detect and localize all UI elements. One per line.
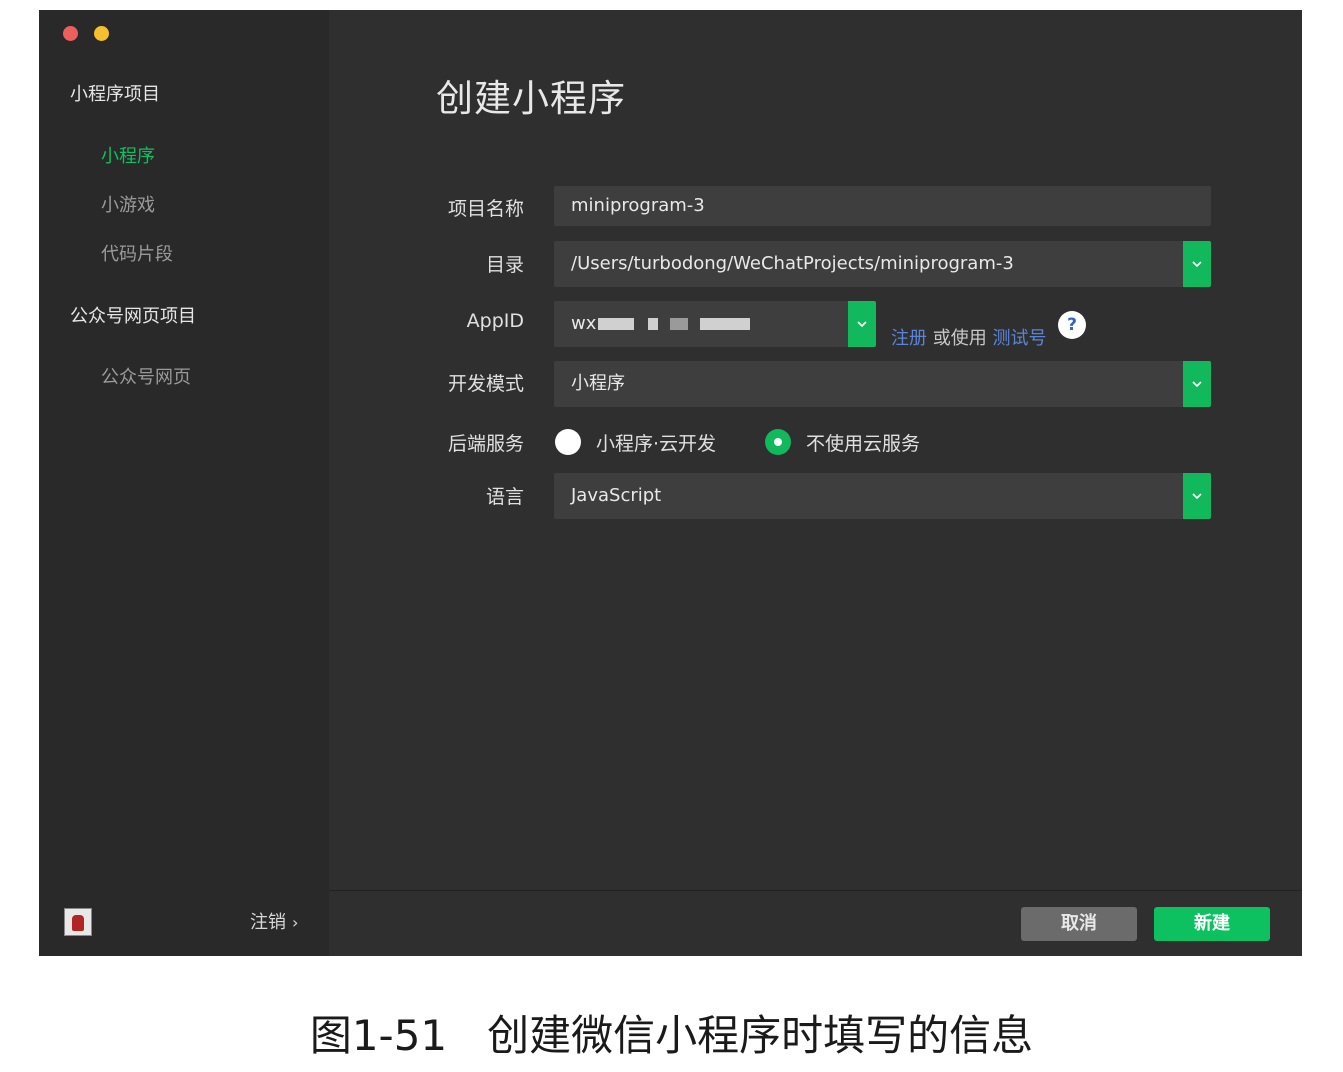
language-label: 语言 [485, 486, 524, 508]
help-icon[interactable]: ? [1058, 311, 1086, 339]
dev-mode-label: 开发模式 [447, 373, 524, 395]
redacted-block [648, 318, 659, 330]
sidebar-item-miniprogram[interactable]: 小程序 [101, 142, 155, 168]
footer-divider [329, 890, 1302, 891]
dev-mode-value: 小程序 [571, 373, 625, 394]
create-button[interactable]: 新建 [1154, 907, 1270, 941]
dev-mode-select[interactable]: 小程序 [554, 361, 1211, 407]
logout-label: 注销 [250, 912, 286, 933]
chevron-down-icon[interactable] [1183, 473, 1211, 519]
sidebar-item-minigame[interactable]: 小游戏 [101, 191, 155, 217]
directory-select[interactable]: /Users/turbodong/WeChatProjects/miniprog… [554, 241, 1211, 287]
appid-label: AppID [466, 310, 524, 332]
chevron-down-icon[interactable] [1183, 361, 1211, 407]
test-account-link[interactable]: 测试号 [992, 328, 1046, 349]
sidebar-item-code-snippet[interactable]: 代码片段 [101, 240, 173, 266]
appid-select[interactable]: wx [554, 301, 876, 347]
sidebar-group-official-account: 公众号网页项目 [70, 306, 196, 327]
backend-radio-cloud[interactable] [555, 429, 581, 455]
register-link-text[interactable]: 注册 [891, 328, 927, 349]
directory-label: 目录 [485, 254, 524, 276]
sidebar-group-miniprogram: 小程序项目 [70, 84, 160, 105]
or-use-text: 或使用 [932, 328, 987, 349]
chevron-down-icon[interactable] [848, 301, 876, 347]
backend-option-cloud-label[interactable]: 小程序·云开发 [596, 429, 716, 456]
chevron-right-icon: › [292, 913, 299, 932]
figure-caption-text: 创建微信小程序时填写的信息 [487, 1011, 1034, 1060]
project-name-input[interactable]: miniprogram-3 [554, 186, 1211, 226]
sidebar: 小程序项目 小程序 小游戏 代码片段 公众号网页项目 公众号网页 注销 › [39, 10, 329, 956]
language-select[interactable]: JavaScript [554, 473, 1211, 519]
redacted-block [670, 318, 689, 330]
page-title: 创建小程序 [436, 77, 626, 120]
figure-number: 图1-51 [309, 1011, 448, 1060]
minimize-dot-icon[interactable] [94, 26, 109, 41]
chevron-down-icon[interactable] [1183, 241, 1211, 287]
cancel-button[interactable]: 取消 [1021, 907, 1137, 941]
backend-radio-none[interactable] [765, 429, 791, 455]
logout-button[interactable]: 注销 › [250, 908, 298, 934]
redacted-block [598, 318, 635, 330]
language-value: JavaScript [571, 485, 662, 506]
backend-label: 后端服务 [447, 433, 524, 455]
register-link[interactable]: 注册 或使用 测试号 [891, 324, 1046, 350]
appid-value: wx [571, 313, 597, 334]
redacted-block [700, 318, 751, 330]
sidebar-item-official-web[interactable]: 公众号网页 [101, 363, 191, 389]
avatar-icon[interactable] [64, 908, 92, 936]
close-dot-icon[interactable] [63, 26, 78, 41]
create-project-window: 小程序项目 小程序 小游戏 代码片段 公众号网页项目 公众号网页 注销 › 创建小… [39, 10, 1302, 956]
directory-value: /Users/turbodong/WeChatProjects/miniprog… [571, 253, 1014, 274]
backend-option-none-label[interactable]: 不使用云服务 [806, 429, 920, 456]
figure-caption: 图1-51 创建微信小程序时填写的信息 [0, 1002, 1343, 1063]
project-name-label: 项目名称 [447, 198, 524, 220]
